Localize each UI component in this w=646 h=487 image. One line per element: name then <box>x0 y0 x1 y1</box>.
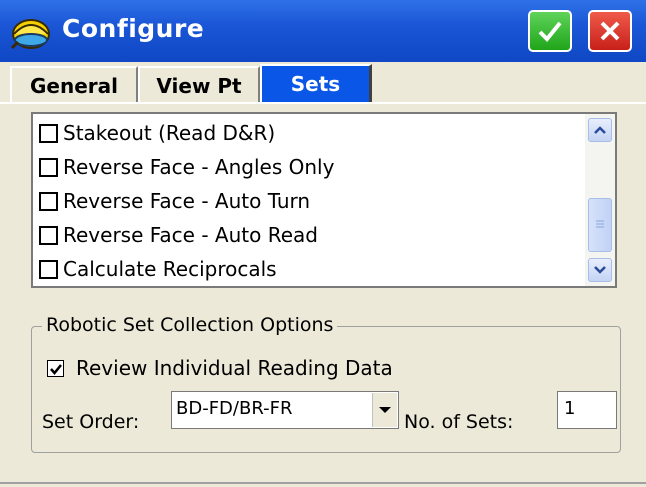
list-item[interactable]: Stakeout (Read D&R) <box>39 118 275 148</box>
num-sets-input[interactable]: 1 <box>557 391 617 429</box>
tab-divider <box>0 102 646 104</box>
auto-turn-checkbox[interactable] <box>39 191 58 211</box>
set-order-value: BD-FD/BR-FR <box>176 398 293 419</box>
num-sets-label: No. of Sets: <box>404 411 514 433</box>
divider <box>0 482 646 484</box>
dropdown-button[interactable] <box>372 393 397 427</box>
title-bar: Configure <box>0 0 646 62</box>
checkmark-icon <box>538 21 562 42</box>
list-item-label: Reverse Face - Auto Turn <box>63 189 311 213</box>
scroll-thumb[interactable] <box>588 198 612 252</box>
review-label: Review Individual Reading Data <box>76 356 393 380</box>
checkmark-icon <box>50 363 62 375</box>
list-item-label: Calculate Reciprocals <box>63 257 277 281</box>
vertical-scrollbar[interactable] <box>585 114 615 286</box>
ok-button[interactable] <box>528 10 572 52</box>
close-button[interactable] <box>588 10 632 52</box>
review-checkbox[interactable] <box>47 359 64 377</box>
list-item[interactable]: Reverse Face - Auto Read <box>39 220 318 250</box>
list-item-label: Reverse Face - Auto Read <box>63 223 318 247</box>
set-order-select[interactable]: BD-FD/BR-FR <box>171 391 399 429</box>
angles-only-checkbox[interactable] <box>39 157 58 177</box>
scroll-up-button[interactable] <box>588 118 612 142</box>
list-item-label: Stakeout (Read D&R) <box>63 121 276 145</box>
chevron-up-icon <box>594 126 606 134</box>
dropdown-arrow-icon <box>379 407 391 413</box>
stakeout-checkbox[interactable] <box>39 123 58 143</box>
chevron-down-icon <box>594 266 606 274</box>
options-checklist[interactable]: Stakeout (Read D&R) Reverse Face - Angle… <box>31 112 617 288</box>
tab-general[interactable]: General <box>10 66 138 102</box>
close-icon <box>600 21 620 41</box>
reciprocals-checkbox[interactable] <box>39 259 58 279</box>
group-legend: Robotic Set Collection Options <box>42 314 338 336</box>
num-sets-value: 1 <box>564 398 576 419</box>
review-option[interactable]: Review Individual Reading Data <box>47 356 393 380</box>
list-item[interactable]: Reverse Face - Angles Only <box>39 152 334 182</box>
list-item[interactable]: Calculate Reciprocals <box>39 254 277 284</box>
list-item[interactable]: Reverse Face - Auto Turn <box>39 186 310 216</box>
window-title: Configure <box>62 14 205 43</box>
auto-read-checkbox[interactable] <box>39 225 58 245</box>
set-order-label: Set Order: <box>42 411 140 433</box>
surveyor-helmet-icon <box>10 19 50 50</box>
robotic-options-group <box>31 326 621 453</box>
list-item-label: Reverse Face - Angles Only <box>63 155 335 179</box>
scroll-down-button[interactable] <box>588 258 612 282</box>
tab-sets[interactable]: Sets <box>260 64 372 104</box>
tab-view-pt[interactable]: View Pt <box>138 66 260 102</box>
grip-icon <box>596 220 604 228</box>
tab-strip: General View Pt Sets <box>0 62 646 104</box>
